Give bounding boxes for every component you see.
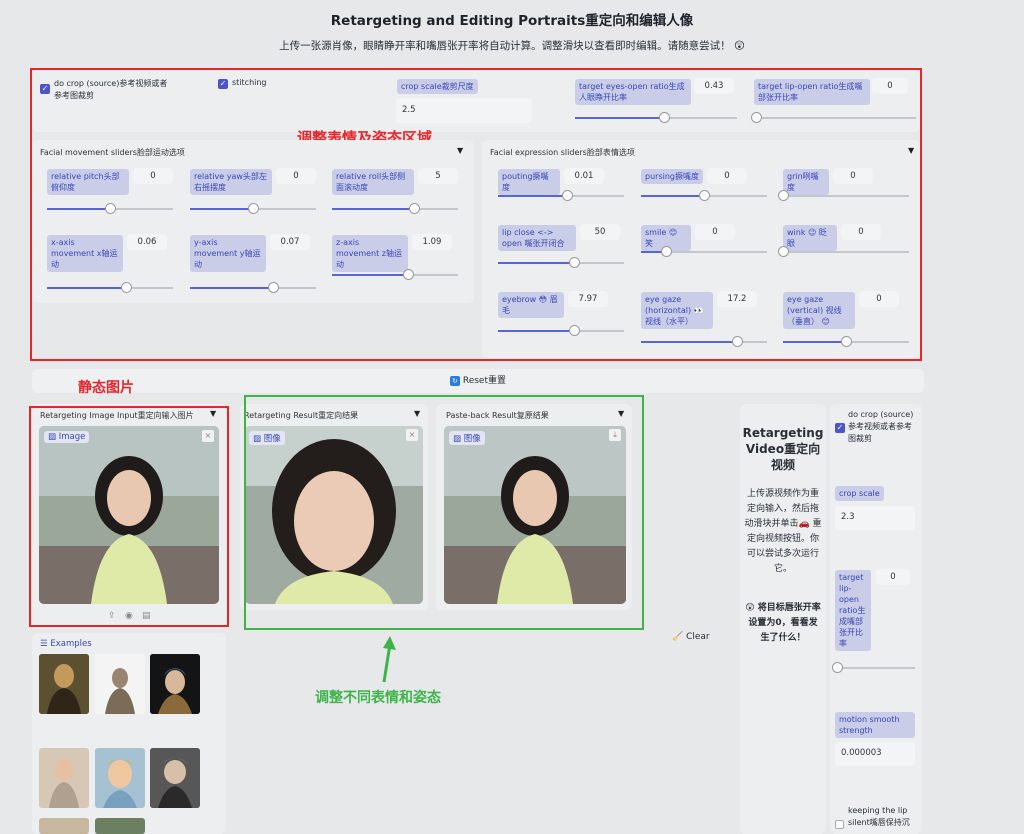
- example-terracotta[interactable]: [95, 654, 145, 714]
- example-pearl-earring[interactable]: [150, 654, 200, 714]
- video-desc: 上传源视频作为重定向输入，然后拖动滑块并单击🚗 重定向视频按钮。你可以尝试多次运…: [744, 489, 822, 574]
- list-icon: ☰: [40, 639, 48, 649]
- annotation-arrow-icon: [382, 636, 396, 683]
- example-einstein[interactable]: [150, 748, 200, 808]
- example-more-1[interactable]: [39, 818, 89, 834]
- reset-icon: ↻: [449, 375, 460, 386]
- video-target-lip-input[interactable]: 0: [876, 569, 910, 585]
- broom-icon: 🧹: [672, 632, 684, 642]
- video-crop-scale-input[interactable]: 2.3: [835, 506, 915, 530]
- reset-button[interactable]: ↻ Reset重置: [32, 369, 924, 393]
- annotation-adjust: 调整不同表情和姿态: [315, 690, 441, 706]
- video-title: Retargeting Video重定向视频: [742, 426, 824, 472]
- video-target-lip-slider[interactable]: [832, 662, 915, 673]
- video-target-lip-thumb[interactable]: [832, 662, 843, 673]
- example-more-2[interactable]: [95, 818, 145, 834]
- motion-smooth-input[interactable]: 0.000003: [835, 742, 915, 766]
- example-cartoon[interactable]: [95, 748, 145, 808]
- annotation-box-adjust: [244, 395, 644, 630]
- keep-lip-checkbox[interactable]: [835, 820, 844, 829]
- keep-lip-label: keeping the lip silent嘴唇保持沉: [848, 806, 910, 827]
- clear-button[interactable]: 🧹 Clear: [672, 632, 710, 642]
- video-do-crop-checkbox[interactable]: ✓: [835, 423, 845, 433]
- motion-smooth-label: motion smooth strength: [835, 712, 915, 738]
- annotation-box-static: [29, 406, 229, 627]
- video-target-lip-label: target lip-open ratio生成嘴部张开比率: [835, 570, 871, 651]
- page-subtitle: 上传一张源肖像，眼睛睁开率和嘴唇张开率将自动计算。调整滑块以查看即时编辑。请随意…: [279, 40, 745, 52]
- page-title: Retargeting and Editing Portraits重定向和编辑人…: [330, 13, 694, 29]
- example-boy[interactable]: [39, 748, 89, 808]
- example-mona-lisa[interactable]: [39, 654, 89, 714]
- annotation-box-expression: [30, 68, 922, 361]
- video-desc2: 😲 将目标唇张开率设置为0，看看发生了什么！: [745, 603, 821, 643]
- video-crop-scale-label: crop scale: [835, 486, 884, 501]
- annotation-static-image: 静态图片: [78, 380, 134, 396]
- video-do-crop-label: do crop (source) 参考视频或者参考图裁剪: [848, 410, 914, 443]
- examples-label: ☰ Examples: [40, 639, 92, 649]
